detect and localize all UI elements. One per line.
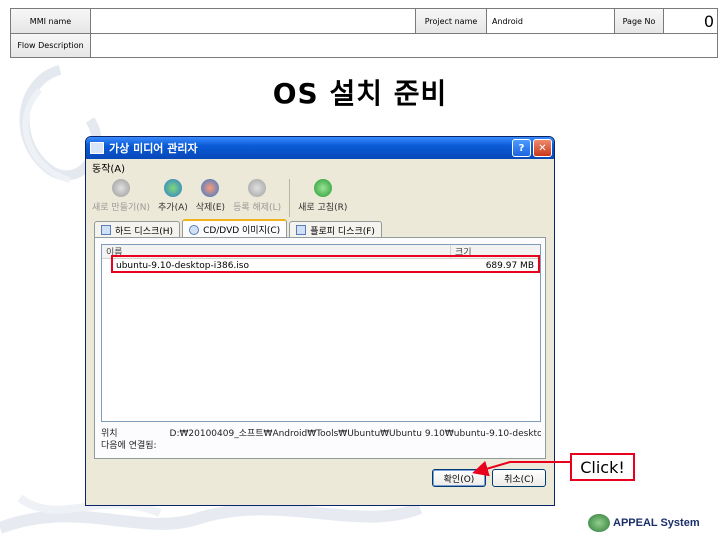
menu-bar: 동작(A) [86,159,554,176]
media-info: 위치 D:₩20100409_소프트₩Android₩Tools₩Ubuntu₩… [101,426,541,451]
slide-title: OS 설치 준비 [272,77,448,110]
cd-icon [189,224,200,235]
title-bar[interactable]: 가상 미디어 관리자 ? ✕ [86,137,554,159]
page-label: Page No [614,8,664,34]
release-button-label: 등록 해제(L) [233,203,282,213]
floppy-icon [296,225,307,235]
refresh-button-label: 새로 고침(R) [298,203,348,213]
tab-hard-disk[interactable]: 하드 디스크(H) [94,221,181,238]
project-value: Android [486,8,615,34]
location-value: D:₩20100409_소프트₩Android₩Tools₩Ubuntu₩Ubu… [169,428,541,439]
attached-label: 다음에 연결됨: [101,440,157,451]
callout-arrow [472,460,570,477]
new-disk-icon [112,179,131,197]
release-button[interactable]: 등록 해제(L) [233,179,281,213]
new-button-label: 새로 만들기(N) [92,203,151,213]
close-button[interactable]: ✕ [533,139,552,157]
remove-button[interactable]: 삭제(E) [196,179,225,213]
mmi-value [90,8,416,34]
toolbar-separator [289,179,291,217]
logo-mark-icon [588,514,610,532]
tab-cd-dvd-label: CD/DVD 이미지(C) [203,226,281,236]
company-logo: APPEAL System [588,514,700,532]
flow-value [90,33,718,58]
selection-highlight-box [111,255,540,273]
window-title: 가상 미디어 관리자 [109,142,198,155]
refresh-icon [313,179,332,197]
refresh-button[interactable]: 새로 고침(R) [298,179,347,213]
help-button[interactable]: ? [512,139,531,157]
window-app-icon [90,142,104,154]
menu-action[interactable]: 동작(A) [92,160,125,175]
tab-strip: 하드 디스크(H) CD/DVD 이미지(C) 플로피 디스크(F) [94,219,384,238]
virtual-media-manager-window: 가상 미디어 관리자 ? ✕ 동작(A) 새로 만들기(N) 추가(A) 삭제(… [85,136,555,506]
remove-button-label: 삭제(E) [195,203,226,213]
logo-text: APPEAL System [613,517,700,529]
toolbar: 새로 만들기(N) 추가(A) 삭제(E) 등록 해제(L) 새로 고침(R) [92,179,355,219]
tab-floppy-label: 플로피 디스크(F) [310,226,375,237]
project-label: Project name [415,8,487,34]
add-button-label: 추가(A) [158,203,188,213]
tab-floppy[interactable]: 플로피 디스크(F) [289,221,382,238]
hard-disk-icon [101,225,111,235]
tab-cd-dvd[interactable]: CD/DVD 이미지(C) [182,219,288,238]
click-callout: Click! [570,453,635,481]
add-disk-icon [163,179,182,197]
tab-hard-disk-label: 하드 디스크(H) [115,226,174,237]
remove-disk-icon [201,179,220,197]
header-table: MMI name Project name Android Page No 0 … [10,8,718,58]
release-disk-icon [248,179,267,197]
flow-label: Flow Description [10,33,91,58]
page-value: 0 [663,8,718,34]
add-button[interactable]: 추가(A) [158,179,188,213]
mmi-label: MMI name [10,8,91,34]
new-button[interactable]: 새로 만들기(N) [92,179,150,213]
